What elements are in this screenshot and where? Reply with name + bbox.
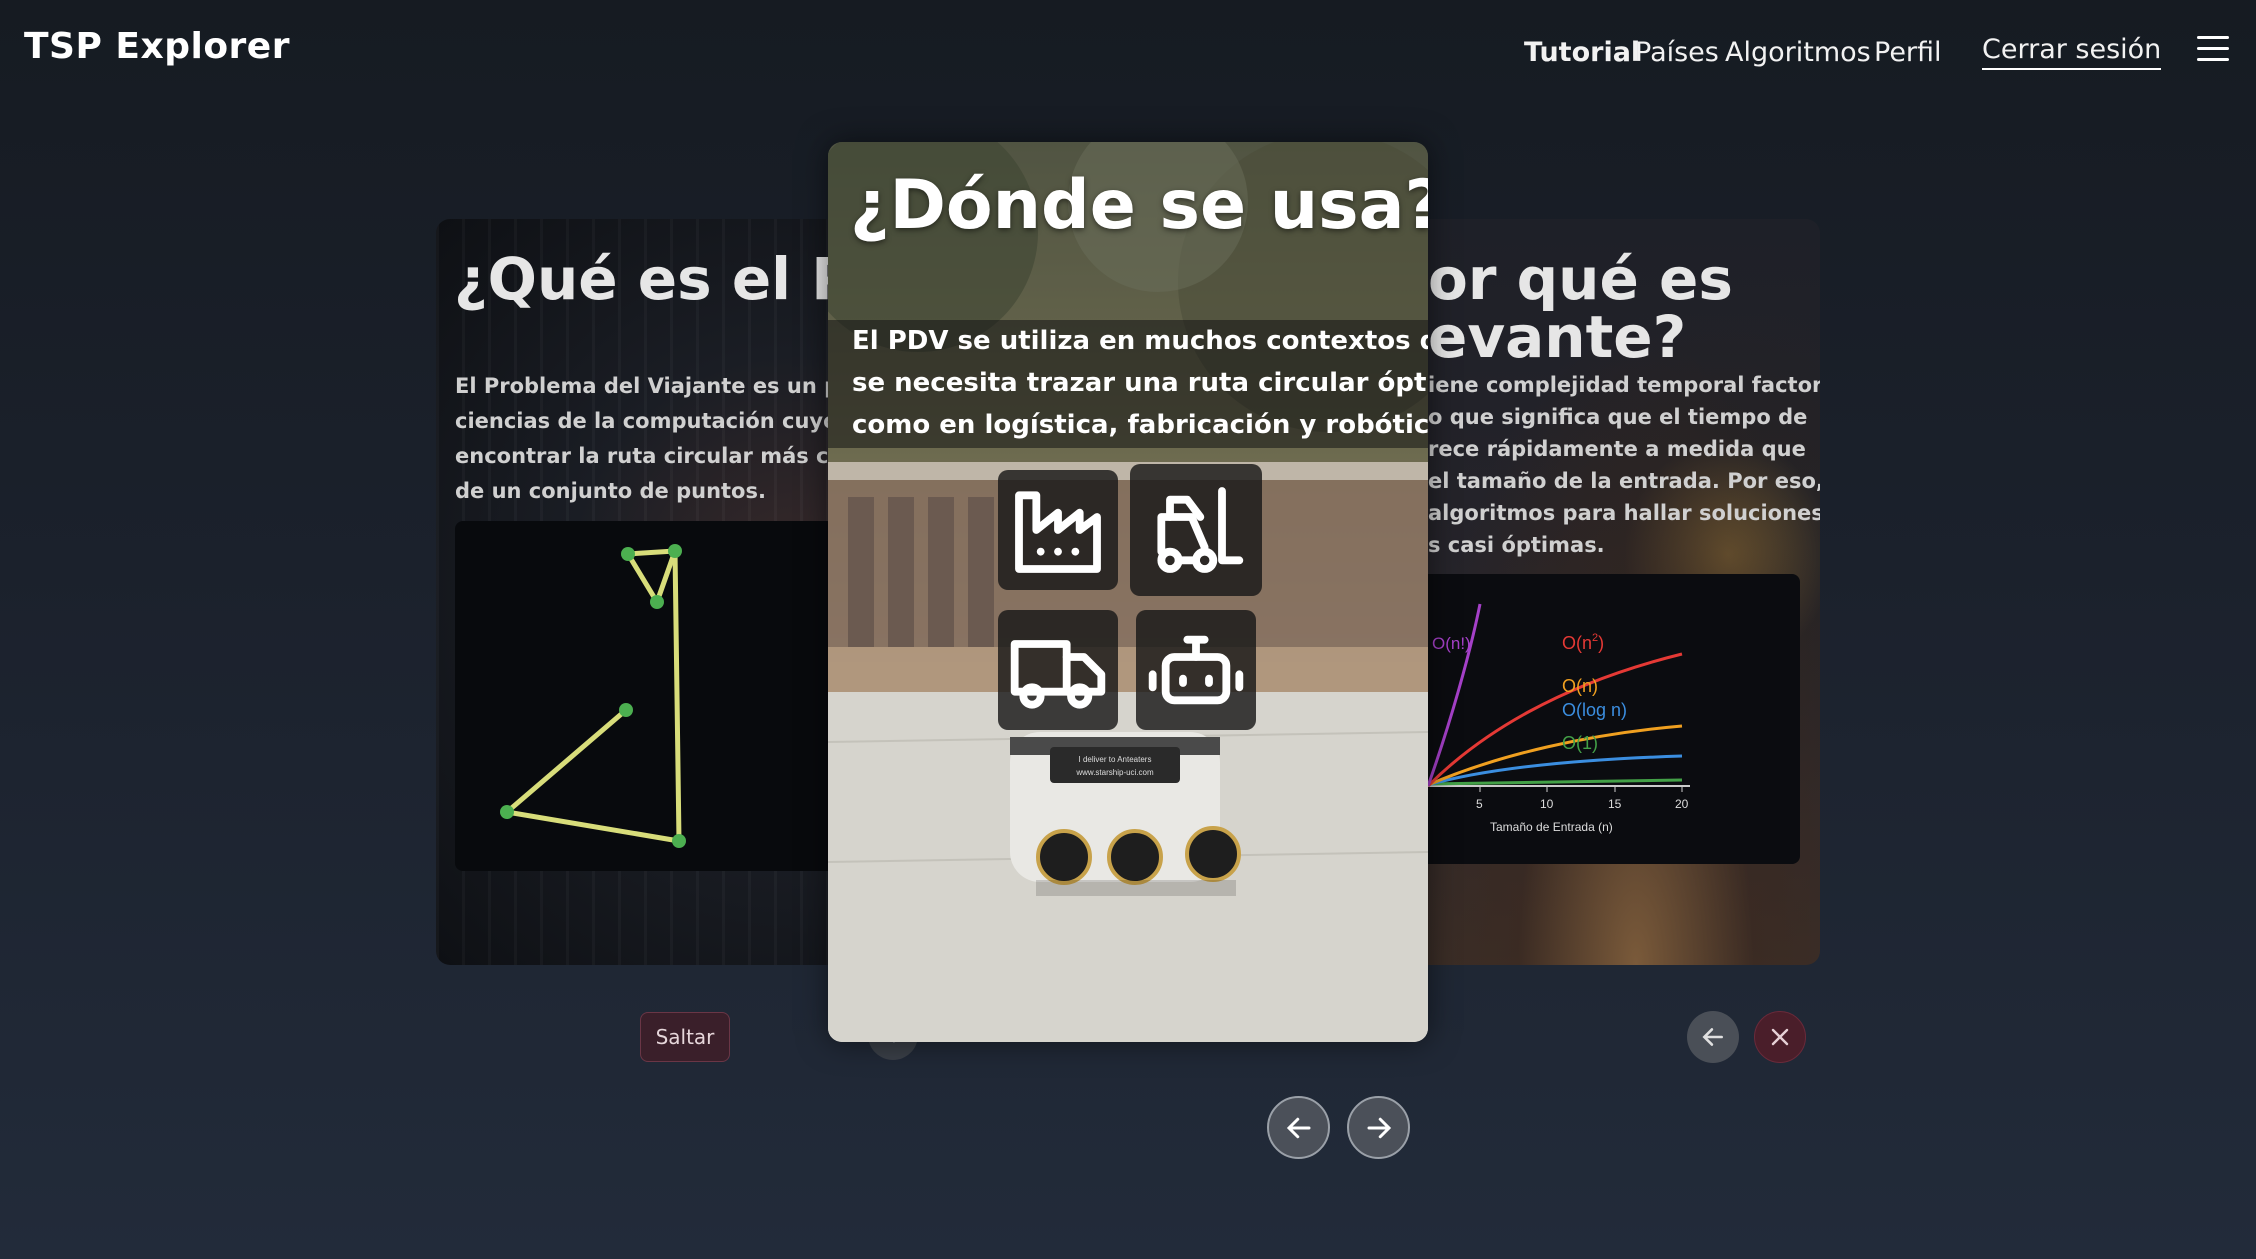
graph-node <box>668 544 682 558</box>
label-ologn: O(log n) <box>1562 700 1627 720</box>
label-onfact: O(n!) <box>1432 634 1471 653</box>
series-onfact <box>1426 603 1482 787</box>
series-on2 <box>1426 652 1683 788</box>
x-tick: 5 <box>1476 797 1483 811</box>
card-text-line: ciencias de la computación cuyo obje <box>455 409 856 433</box>
card-text-line: s casi óptimas. <box>1428 533 1605 557</box>
graph-node <box>621 547 635 561</box>
card-text-line: de un conjunto de puntos. <box>455 479 766 503</box>
robot-icon <box>1136 610 1256 730</box>
card-text-line: rece rápidamente a medida que <box>1428 437 1806 461</box>
graph-node <box>650 595 664 609</box>
card-title: ¿Qué es el PD <box>454 245 856 313</box>
graph-node <box>672 834 686 848</box>
tsp-route-graph <box>455 521 835 871</box>
svg-text:www.starship-uci.com: www.starship-uci.com <box>1075 768 1154 777</box>
card-text-line: como en logística, fabricación y robótic… <box>852 410 1428 440</box>
card-description: El PDV se utiliza en muchos contextos do… <box>828 320 1428 448</box>
logout-link[interactable]: Cerrar sesión <box>1982 32 2162 72</box>
hamburger-menu-icon[interactable] <box>2197 36 2229 62</box>
card-title-line: or qué es <box>1428 245 1733 313</box>
background-photo: I deliver to Anteaters www.starship-uci.… <box>828 142 1428 1042</box>
right-card-close-button[interactable] <box>1754 1011 1806 1063</box>
nav-algoritmos-label[interactable]: Algoritmos <box>1725 37 1871 68</box>
graph-node <box>619 703 633 717</box>
card-text-line: iene complejidad temporal factorial <box>1428 373 1820 397</box>
graph-node <box>500 805 514 819</box>
label-on: O(n) <box>1562 676 1598 696</box>
x-axis-label: Tamaño de Entrada (n) <box>1490 820 1613 834</box>
card-text-line: el tamaño de la entrada. Por eso, se <box>1428 469 1820 493</box>
truck-icon <box>998 610 1118 730</box>
nav-perfil[interactable]: Perfil <box>1874 32 1942 72</box>
forklift-icon <box>1130 464 1262 596</box>
previous-card-button[interactable] <box>1267 1096 1330 1159</box>
card-title: ¿Dónde se usa? <box>850 166 1428 245</box>
card-text-line: El PDV se utiliza en muchos contextos do… <box>852 326 1428 356</box>
card-text-line: se necesita trazar una ruta circular ópt… <box>852 368 1428 398</box>
x-tick: 15 <box>1608 797 1622 811</box>
logout-label[interactable]: Cerrar sesión <box>1982 34 2162 70</box>
x-tick: 10 <box>1540 797 1554 811</box>
tutorial-card-relevance: or qué es evante? iene complejidad tempo… <box>1360 219 1820 965</box>
tutorial-card-where-used: I deliver to Anteaters www.starship-uci.… <box>828 142 1428 1042</box>
x-tick: 20 <box>1675 797 1689 811</box>
label-on2: O(n2) <box>1562 632 1604 653</box>
close-icon <box>1771 1028 1789 1046</box>
arrow-right-icon <box>1367 1117 1391 1138</box>
app-brand[interactable]: TSP Explorer <box>24 26 290 67</box>
card-text-line: El Problema del Viajante es un proble <box>455 374 856 398</box>
nav-tutorial[interactable]: Tutorial <box>1524 32 1640 72</box>
label-o1: O(1) <box>1562 733 1598 753</box>
card-title-line: evante? <box>1428 303 1687 371</box>
tsp-route-svg <box>500 544 686 848</box>
svg-text:I deliver to Anteaters: I deliver to Anteaters <box>1079 755 1152 764</box>
nav-algoritmos[interactable]: Algoritmos <box>1725 32 1871 72</box>
nav-tutorial-label[interactable]: Tutorial <box>1524 37 1640 68</box>
card-text-line: o que significa que el tiempo de <box>1428 405 1808 429</box>
nav-paises-label[interactable]: Países <box>1635 37 1719 68</box>
tutorial-card-what-is: ¿Qué es el PD El Problema del Viajante e… <box>436 219 856 965</box>
factory-icon <box>998 470 1118 590</box>
skip-button[interactable]: Saltar <box>640 1012 730 1062</box>
nav-perfil-label[interactable]: Perfil <box>1874 37 1942 68</box>
next-card-button[interactable] <box>1347 1096 1410 1159</box>
arrow-left-icon <box>1286 1117 1310 1138</box>
arrow-left-icon <box>1702 1028 1723 1046</box>
right-card-prev-button[interactable] <box>1687 1011 1739 1063</box>
nav-paises[interactable]: Países <box>1635 32 1719 72</box>
card-text-line: encontrar la ruta circular más corta a <box>455 444 856 468</box>
card-text-line: algoritmos para hallar soluciones <box>1428 501 1820 525</box>
